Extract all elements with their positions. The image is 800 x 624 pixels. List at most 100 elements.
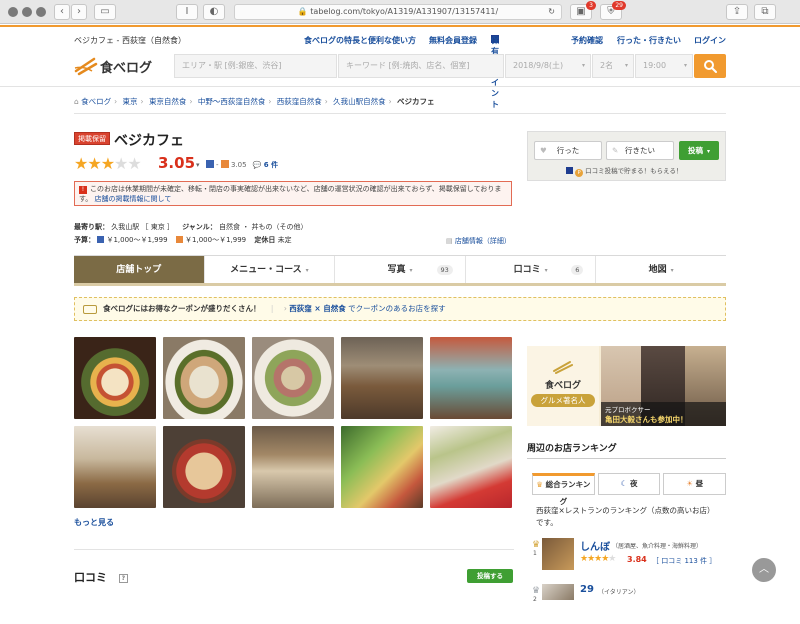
ranking-item[interactable]: ♛ 2 29 （イタリアン） [532,584,726,624]
close-window-button[interactable] [8,7,18,17]
coupon-text: 食べログにはお得なクーポンが盛りだくさん！ [103,304,261,313]
tab-menu[interactable]: メニュー・コース ▾ [205,256,336,283]
tab-lunch-ranking[interactable]: ☀ 昼 [663,473,727,495]
tab-count: 6 [571,265,584,275]
post-review-button[interactable]: 投稿する [467,569,513,583]
chevron-down-icon: ▾ [196,161,200,169]
rating-score: 3.05 [158,154,196,172]
tab-map[interactable]: 地図 ▾ [596,256,726,283]
ranking-shop-name[interactable]: 29 [580,584,594,595]
photo-thumbnail[interactable] [430,337,512,419]
coupon-search-suffix[interactable]: でクーポンのあるお店を探す [346,304,446,313]
ranking-score: 3.84 [627,555,647,564]
rating-stars: ★★★★★ [74,154,142,173]
photo-thumbnail[interactable] [74,426,156,508]
tab-photos[interactable]: 写真 ▾ 93 [335,256,466,283]
help-icon[interactable]: ? [118,574,128,583]
tabs-icon[interactable]: ⧉ [754,4,776,20]
post-button[interactable]: 投稿 ▾ [679,141,719,160]
share-icon[interactable]: ⇪ [726,4,748,20]
photo-thumbnail[interactable] [430,426,512,508]
site-header: 食べログ エリア・駅 [例:銀座、渋谷] キーワード [例:焼肉、店名、個室] … [0,54,800,80]
review-count-link[interactable]: 6 件 [264,161,278,169]
ranking-item[interactable]: ♛ 1 しんぼ （居酒屋、魚介料理・海鮮料理） ★★★★★ 3.84 ［ 口コミ… [532,538,726,578]
adblock-icon[interactable]: ⛨ 29 [600,1,626,20]
extension-badge-icon[interactable]: ▣ 3 [570,1,596,20]
coupon-separator: | [270,304,274,313]
tab-label: 夜 [629,479,638,488]
photo-thumbnail[interactable] [252,426,334,508]
lunch-icon [175,236,183,243]
station-value: 久我山駅 [111,223,140,231]
alert-link[interactable]: 店舗の掲載情報に関して [95,195,172,203]
document-icon: ▤ [446,237,453,245]
lunch-icon [220,160,229,168]
tab-reviews[interactable]: 口コミ ▾ 6 [466,256,597,283]
top-link-register[interactable]: 無料会員登録 [429,35,477,46]
reader-icon[interactable]: I [176,4,198,20]
photo-thumbnail[interactable] [341,337,423,419]
comment-icon: 💬 [252,161,262,169]
ranking-shop-name[interactable]: しんぼ [580,538,610,553]
keyword-search-input[interactable]: キーワード [例:焼肉、店名、個室] [338,54,504,78]
shop-detail-link[interactable]: ▤ 店舗情報（詳細） [446,236,511,246]
forward-icon[interactable]: › [71,4,87,20]
date-select[interactable]: 2018/9/8(土) ▾ [505,54,591,78]
top-links-bar: ベジカフェ - 西荻窪（自然食） 食べログの特長と便利な使い方 無料会員登録 保… [0,35,800,109]
tabelog-logo[interactable]: 食べログ [74,54,164,78]
tab-night-ranking[interactable]: ☾ 夜 [597,473,661,495]
people-select[interactable]: 2名 ▾ [592,54,634,78]
breadcrumb-link[interactable]: 東京 [123,97,138,106]
time-select[interactable]: 19:00 ▾ [635,54,693,78]
area-search-input[interactable]: エリア・駅 [例:銀座、渋谷] [174,54,337,78]
tab-overall-ranking[interactable]: ♛ 総合ランキング [532,473,595,506]
scroll-to-top-button[interactable]: ︿ [752,558,776,582]
sidebar-icon[interactable]: ▭ [94,4,116,20]
search-button[interactable] [694,54,726,78]
breadcrumb-divider [74,113,726,114]
back-icon[interactable]: ‹ [54,4,70,20]
minimize-window-button[interactable] [22,7,32,17]
logo-text: 食べログ [100,61,153,76]
date-value: 2018/9/8(土) [513,61,564,70]
chevron-down-icon: ▾ [409,267,413,274]
tab-top[interactable]: 店舗トップ [74,256,205,283]
budget-lunch: ￥1,000～￥1,999 [185,236,247,244]
zoom-window-button[interactable] [36,7,46,17]
ranking-divider [527,458,726,459]
photo-thumbnail[interactable] [163,337,245,419]
ranking-thumbnail [542,538,574,570]
breadcrumb-link[interactable]: 久我山駅自然食 [333,97,386,106]
holiday-value: 未定 [277,236,292,244]
coupon-search-link[interactable]: 西荻窪 × 自然食 [289,304,346,313]
photo-thumbnail[interactable] [341,426,423,508]
top-link-went-want[interactable]: 行った・行きたい [617,35,681,46]
more-photos-link[interactable]: もっと見る [74,517,114,528]
photo-thumbnail[interactable] [252,337,334,419]
photo-thumbnail[interactable] [163,426,245,508]
extension-icon[interactable]: ◐ [203,4,225,20]
breadcrumb-link[interactable]: 中野〜西荻窪自然食 [198,97,266,106]
went-button[interactable]: ♥ 行った [534,141,602,160]
want-button[interactable]: ✎ 行きたい [606,141,674,160]
ranking-review-count[interactable]: ［ 口コミ 113 件 ］ [652,556,716,566]
genre-value: 自然食 ・ 丼もの（その他） [219,223,308,231]
reload-icon[interactable]: ↻ [548,5,555,19]
pin-icon: ✎ [612,146,619,155]
top-link-reservations[interactable]: 予約確認 [571,35,603,46]
top-link-login[interactable]: ログイン [694,35,726,46]
breadcrumb-link[interactable]: 食べログ [81,97,111,106]
photo-thumbnail[interactable] [74,337,156,419]
top-link-features[interactable]: 食べログの特長と便利な使い方 [304,35,416,46]
breadcrumb: ⌂ 食べログ › 東京 › 東京自然食 › 中野〜西荻窪自然食 › 西荻窪自然食 › 久我… [74,97,435,106]
breadcrumb-link[interactable]: 西荻窪自然食 [277,97,322,106]
star-full-icon: ★ [100,154,115,173]
tab-label: 地図 [648,265,667,275]
celebrity-banner[interactable]: 食べログ グルメ著名人 元プロボクサー 亀田大毅さんも参加中！ [527,346,726,426]
banner-logo-area: 食べログ グルメ著名人 [527,346,599,426]
ranking-stars: ★★★★★ [580,554,616,564]
star-empty-icon: ★ [114,154,128,173]
ranking-tabs: ♛ 総合ランキング ☾ 夜 ☀ 昼 [532,473,727,506]
breadcrumb-link[interactable]: 東京自然食 [149,97,187,106]
address-bar[interactable]: 🔒 tabelog.com/tokyo/A1319/A131907/131574… [234,4,562,20]
